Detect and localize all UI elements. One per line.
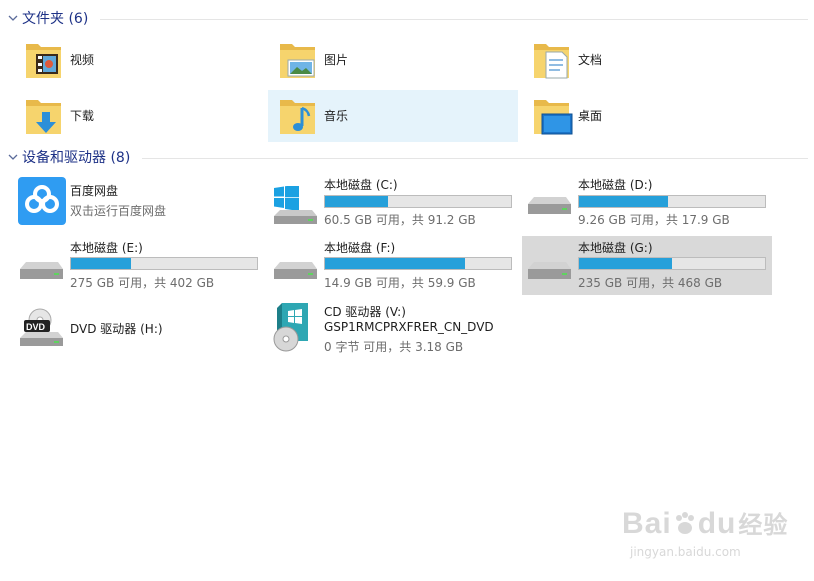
drive-d[interactable]: 本地磁盘 (D:) 9.26 GB 可用，共 17.9 GB — [522, 172, 772, 230]
paw-icon — [675, 512, 694, 534]
folder-pictures[interactable]: 图片 — [268, 34, 518, 86]
downloads-folder-icon — [26, 100, 61, 134]
drive-f[interactable]: 本地磁盘 (F:) 14.9 GB 可用，共 59.9 GB — [268, 235, 518, 293]
drive-c-usage-fill — [325, 196, 389, 207]
devices-section-divider — [142, 158, 808, 159]
baidu-jingyan-watermark: Bai du经验 jingyan.baidu.com — [622, 505, 789, 559]
drive-c-sub: 60.5 GB 可用，共 91.2 GB — [324, 213, 476, 227]
drive-f-usage-bar — [324, 257, 512, 270]
folder-documents-label: 文档 — [578, 53, 603, 67]
drive-v-label: CD 驱动器 (V:) — [324, 305, 406, 319]
folders-section-header[interactable]: 文件夹 (6) — [6, 8, 88, 28]
windows-drive-icon — [274, 186, 317, 224]
folder-downloads[interactable]: 下载 — [14, 90, 264, 142]
folder-music-label: 音乐 — [324, 109, 349, 123]
drive-g[interactable]: 本地磁盘 (G:) 235 GB 可用，共 468 GB — [522, 236, 772, 295]
folder-downloads-label: 下载 — [70, 109, 95, 123]
drive-e-usage-bar — [70, 257, 258, 270]
hard-drive-icon — [20, 262, 63, 279]
drive-e-usage-fill — [71, 258, 131, 269]
chevron-down-icon — [8, 154, 18, 160]
music-folder-icon — [280, 100, 315, 134]
watermark-url: jingyan.baidu.com — [630, 545, 741, 559]
drive-e-sub: 275 GB 可用，共 402 GB — [70, 276, 215, 290]
hard-drive-icon — [528, 262, 571, 279]
drive-v-volume: GSP1RMCPRXFRER_CN_DVD — [324, 320, 494, 334]
folders-section-divider — [100, 19, 808, 20]
folders-section-title: 文件夹 (6) — [22, 11, 89, 27]
drive-d-usage-fill — [579, 196, 669, 207]
drive-c-label: 本地磁盘 (C:) — [324, 178, 398, 192]
folder-documents[interactable]: 文档 — [522, 34, 772, 86]
documents-folder-icon — [534, 44, 569, 79]
drive-f-usage-fill — [325, 258, 465, 269]
drive-c-usage-bar — [324, 195, 512, 208]
drive-d-sub: 9.26 GB 可用，共 17.9 GB — [578, 213, 730, 227]
drive-v-cd[interactable]: CD 驱动器 (V:) GSP1RMCPRXFRER_CN_DVD 0 字节 可… — [268, 300, 518, 358]
baidu-netdisk-sub: 双击运行百度网盘 — [70, 204, 167, 218]
baidu-netdisk-icon — [18, 177, 66, 225]
chevron-down-icon — [8, 15, 18, 21]
baidu-netdisk-label: 百度网盘 — [70, 184, 119, 198]
devices-section-header[interactable]: 设备和驱动器 (8) — [6, 147, 130, 167]
watermark-brand-mid: du — [697, 507, 737, 540]
hard-drive-icon — [528, 197, 571, 214]
drive-d-label: 本地磁盘 (D:) — [578, 178, 653, 192]
drive-f-sub: 14.9 GB 可用，共 59.9 GB — [324, 276, 476, 290]
drive-d-usage-bar — [578, 195, 766, 208]
drive-f-label: 本地磁盘 (F:) — [324, 241, 396, 255]
folder-desktop-label: 桌面 — [578, 109, 603, 123]
dvd-badge-text: DVD — [26, 322, 46, 332]
hard-drive-icon — [274, 262, 317, 279]
drive-v-sub: 0 字节 可用，共 3.18 GB — [324, 340, 464, 354]
drive-g-usage-bar — [578, 257, 766, 270]
folder-desktop[interactable]: 桌面 — [522, 90, 772, 142]
devices-section-title: 设备和驱动器 (8) — [22, 150, 131, 166]
drive-g-sub: 235 GB 可用，共 468 GB — [578, 276, 723, 290]
drive-g-usage-fill — [579, 258, 672, 269]
videos-folder-icon — [26, 44, 61, 78]
folder-videos-label: 视频 — [70, 53, 95, 67]
drive-baidu-netdisk[interactable]: 百度网盘 双击运行百度网盘 — [14, 172, 264, 230]
desktop-folder-icon — [534, 100, 573, 135]
drive-h-dvd[interactable]: DVD DVD 驱动器 (H:) — [14, 300, 264, 354]
watermark-brand-cn: 经验 — [738, 512, 789, 539]
drive-h-label: DVD 驱动器 (H:) — [70, 322, 163, 336]
drive-e[interactable]: 本地磁盘 (E:) 275 GB 可用，共 402 GB — [14, 235, 264, 293]
cd-drive-icon — [273, 303, 308, 352]
drive-g-label: 本地磁盘 (G:) — [578, 241, 653, 255]
folder-videos[interactable]: 视频 — [14, 34, 264, 86]
folder-pictures-label: 图片 — [324, 53, 349, 67]
drive-e-label: 本地磁盘 (E:) — [70, 241, 143, 255]
folder-music[interactable]: 音乐 — [268, 90, 518, 142]
drive-c[interactable]: 本地磁盘 (C:) 60.5 GB 可用，共 91.2 GB — [268, 172, 518, 230]
pictures-folder-icon — [280, 44, 315, 78]
watermark-brand: Bai — [622, 507, 672, 540]
